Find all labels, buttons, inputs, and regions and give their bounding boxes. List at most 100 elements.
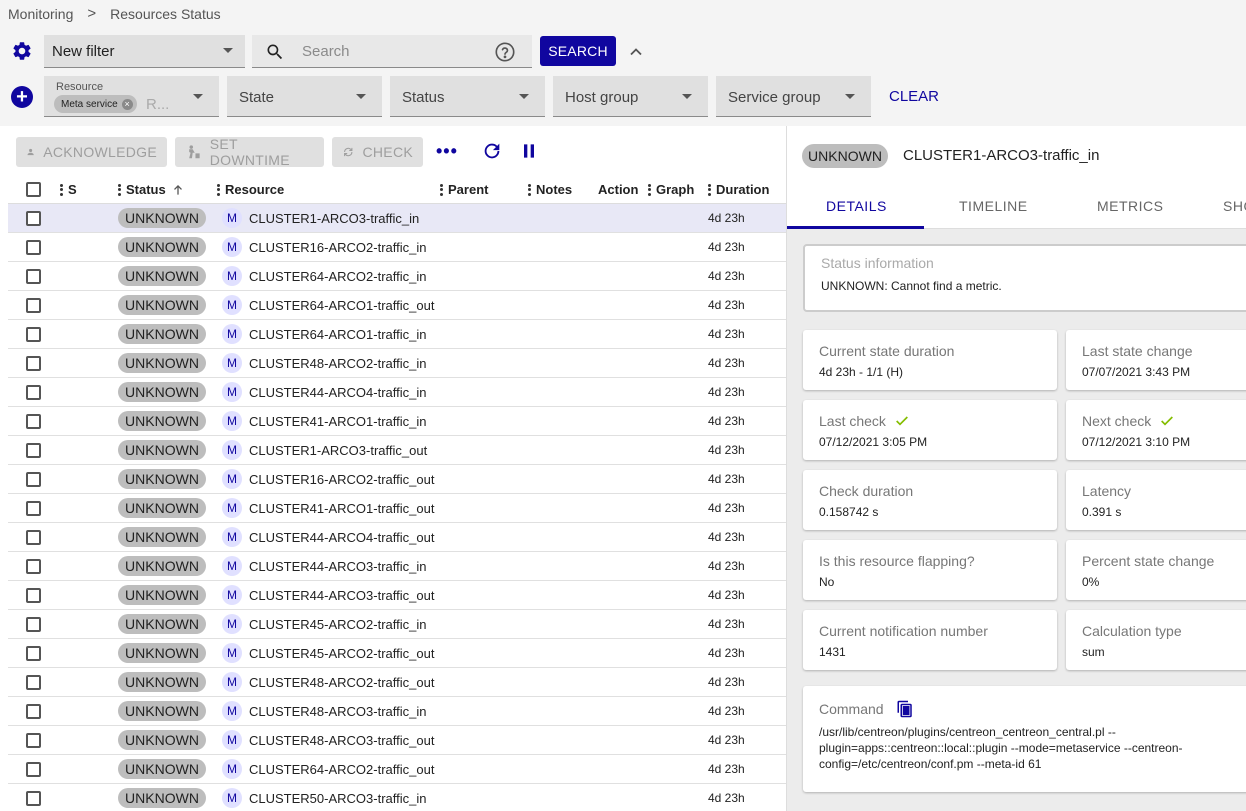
table-row[interactable]: UNKNOWN M CLUSTER1-ARCO3-traffic_in 4d 23h	[8, 204, 786, 233]
column-parent[interactable]: Parent	[440, 182, 488, 197]
column-resource[interactable]: Resource	[217, 182, 284, 197]
tab-timeline[interactable]: TIMELINE	[959, 198, 1028, 214]
resource-name[interactable]: CLUSTER64-ARCO1-traffic_in	[249, 327, 426, 342]
table-row[interactable]: UNKNOWN M CLUSTER1-ARCO3-traffic_out 4d 23h	[8, 436, 786, 465]
help-icon[interactable]	[494, 41, 516, 63]
row-checkbox[interactable]	[26, 327, 41, 342]
set-downtime-button[interactable]: SET DOWNTIME	[175, 136, 324, 168]
column-graph[interactable]: Graph	[648, 182, 694, 197]
resource-name[interactable]: CLUSTER64-ARCO1-traffic_out	[249, 298, 434, 313]
row-checkbox[interactable]	[26, 501, 41, 516]
row-checkbox[interactable]	[26, 385, 41, 400]
row-checkbox[interactable]	[26, 269, 41, 284]
gear-icon[interactable]	[11, 40, 33, 62]
clear-button[interactable]: CLEAR	[889, 88, 939, 105]
tab-metrics[interactable]: METRICS	[1097, 198, 1164, 214]
resource-name[interactable]: CLUSTER48-ARCO2-traffic_out	[249, 675, 434, 690]
column-s[interactable]: S	[60, 182, 77, 197]
row-checkbox[interactable]	[26, 675, 41, 690]
row-checkbox[interactable]	[26, 443, 41, 458]
row-checkbox[interactable]	[26, 530, 41, 545]
resource-name[interactable]: CLUSTER45-ARCO2-traffic_in	[249, 617, 426, 632]
status-criteria-select[interactable]: Status	[390, 76, 545, 117]
row-checkbox[interactable]	[26, 356, 41, 371]
column-duration[interactable]: Duration	[708, 182, 769, 197]
resource-criteria-select[interactable]: Resource Meta service × R...	[44, 76, 219, 117]
row-checkbox[interactable]	[26, 414, 41, 429]
resource-name[interactable]: CLUSTER64-ARCO2-traffic_in	[249, 269, 426, 284]
host-group-criteria-select[interactable]: Host group	[553, 76, 708, 117]
copy-icon[interactable]	[896, 699, 914, 719]
tab-shortcuts[interactable]: SHO	[1223, 198, 1246, 214]
service-group-criteria-select[interactable]: Service group	[716, 76, 871, 117]
resource-name[interactable]: CLUSTER48-ARCO3-traffic_out	[249, 733, 434, 748]
breadcrumb-resources-status[interactable]: Resources Status	[110, 6, 221, 22]
table-row[interactable]: UNKNOWN M CLUSTER50-ARCO3-traffic_in 4d 23h	[8, 784, 786, 811]
column-status[interactable]: Status	[118, 182, 185, 197]
add-criteria-icon[interactable]: +	[11, 86, 33, 108]
table-row[interactable]: UNKNOWN M CLUSTER48-ARCO2-traffic_out 4d 23…	[8, 668, 786, 697]
table-row[interactable]: UNKNOWN M CLUSTER44-ARCO4-traffic_out 4d 23…	[8, 523, 786, 552]
check-button[interactable]: CHECK	[332, 137, 423, 167]
breadcrumb-monitoring[interactable]: Monitoring	[8, 6, 73, 22]
resource-name[interactable]: CLUSTER1-ARCO3-traffic_out	[249, 443, 427, 458]
resource-name[interactable]: CLUSTER16-ARCO2-traffic_out	[249, 472, 434, 487]
row-checkbox[interactable]	[26, 733, 41, 748]
table-row[interactable]: UNKNOWN M CLUSTER44-ARCO3-traffic_in 4d 23h	[8, 552, 786, 581]
table-row[interactable]: UNKNOWN M CLUSTER41-ARCO1-traffic_out 4d 23…	[8, 494, 786, 523]
row-checkbox[interactable]	[26, 211, 41, 226]
resource-name[interactable]: CLUSTER1-ARCO3-traffic_in	[249, 211, 419, 226]
resource-name[interactable]: CLUSTER64-ARCO2-traffic_out	[249, 762, 434, 777]
row-checkbox[interactable]	[26, 559, 41, 574]
table-row[interactable]: UNKNOWN M CLUSTER44-ARCO4-traffic_in 4d 23h	[8, 378, 786, 407]
row-checkbox[interactable]	[26, 704, 41, 719]
pause-icon[interactable]	[519, 141, 539, 161]
table-row[interactable]: UNKNOWN M CLUSTER64-ARCO2-traffic_out 4d 23…	[8, 755, 786, 784]
resource-name[interactable]: CLUSTER41-ARCO1-traffic_in	[249, 414, 426, 429]
resource-name[interactable]: CLUSTER16-ARCO2-traffic_in	[249, 240, 426, 255]
table-row[interactable]: UNKNOWN M CLUSTER48-ARCO2-traffic_in 4d 23h	[8, 349, 786, 378]
table-row[interactable]: UNKNOWN M CLUSTER45-ARCO2-traffic_in 4d 23h	[8, 610, 786, 639]
refresh-icon[interactable]	[481, 140, 503, 162]
more-actions-icon[interactable]: •••	[436, 141, 458, 162]
row-checkbox[interactable]	[26, 472, 41, 487]
resource-name[interactable]: CLUSTER44-ARCO3-traffic_in	[249, 559, 426, 574]
table-row[interactable]: UNKNOWN M CLUSTER41-ARCO1-traffic_in 4d 23h	[8, 407, 786, 436]
resource-name[interactable]: CLUSTER50-ARCO3-traffic_in	[249, 791, 426, 806]
table-row[interactable]: UNKNOWN M CLUSTER48-ARCO3-traffic_out 4d 23…	[8, 726, 786, 755]
chip-remove-icon[interactable]: ×	[121, 98, 133, 110]
duration: 4d 23h	[708, 530, 745, 544]
table-row[interactable]: UNKNOWN M CLUSTER44-ARCO3-traffic_out 4d 23…	[8, 581, 786, 610]
row-checkbox[interactable]	[26, 646, 41, 661]
table-row[interactable]: UNKNOWN M CLUSTER16-ARCO2-traffic_in 4d 23h	[8, 233, 786, 262]
column-notes[interactable]: Notes	[528, 182, 572, 197]
row-checkbox[interactable]	[26, 791, 41, 806]
row-checkbox[interactable]	[26, 588, 41, 603]
resource-name[interactable]: CLUSTER44-ARCO3-traffic_out	[249, 588, 434, 603]
search-input[interactable]	[302, 41, 482, 61]
acknowledge-button[interactable]: ACKNOWLEDGE	[16, 137, 167, 167]
table-row[interactable]: UNKNOWN M CLUSTER45-ARCO2-traffic_out 4d 23…	[8, 639, 786, 668]
state-criteria-select[interactable]: State	[227, 76, 382, 117]
resource-name[interactable]: CLUSTER41-ARCO1-traffic_out	[249, 501, 434, 516]
resource-name[interactable]: CLUSTER44-ARCO4-traffic_out	[249, 530, 434, 545]
resource-name[interactable]: CLUSTER48-ARCO2-traffic_in	[249, 356, 426, 371]
status-information-card: Status information UNKNOWN: Cannot find …	[803, 244, 1246, 312]
filter-select[interactable]: New filter	[44, 35, 245, 68]
select-all-checkbox[interactable]	[26, 182, 41, 197]
resource-name[interactable]: CLUSTER48-ARCO3-traffic_in	[249, 704, 426, 719]
table-row[interactable]: UNKNOWN M CLUSTER64-ARCO1-traffic_in 4d 23h	[8, 320, 786, 349]
table-row[interactable]: UNKNOWN M CLUSTER64-ARCO2-traffic_in 4d 23h	[8, 262, 786, 291]
row-checkbox[interactable]	[26, 298, 41, 313]
chevron-up-icon[interactable]	[626, 42, 646, 62]
resource-name[interactable]: CLUSTER45-ARCO2-traffic_out	[249, 646, 434, 661]
table-row[interactable]: UNKNOWN M CLUSTER64-ARCO1-traffic_out 4d 23…	[8, 291, 786, 320]
table-row[interactable]: UNKNOWN M CLUSTER48-ARCO3-traffic_in 4d 23h	[8, 697, 786, 726]
tab-details[interactable]: DETAILS	[826, 198, 887, 214]
search-button[interactable]: SEARCH	[540, 36, 616, 66]
row-checkbox[interactable]	[26, 762, 41, 777]
row-checkbox[interactable]	[26, 617, 41, 632]
row-checkbox[interactable]	[26, 240, 41, 255]
table-row[interactable]: UNKNOWN M CLUSTER16-ARCO2-traffic_out 4d 23…	[8, 465, 786, 494]
resource-name[interactable]: CLUSTER44-ARCO4-traffic_in	[249, 385, 426, 400]
